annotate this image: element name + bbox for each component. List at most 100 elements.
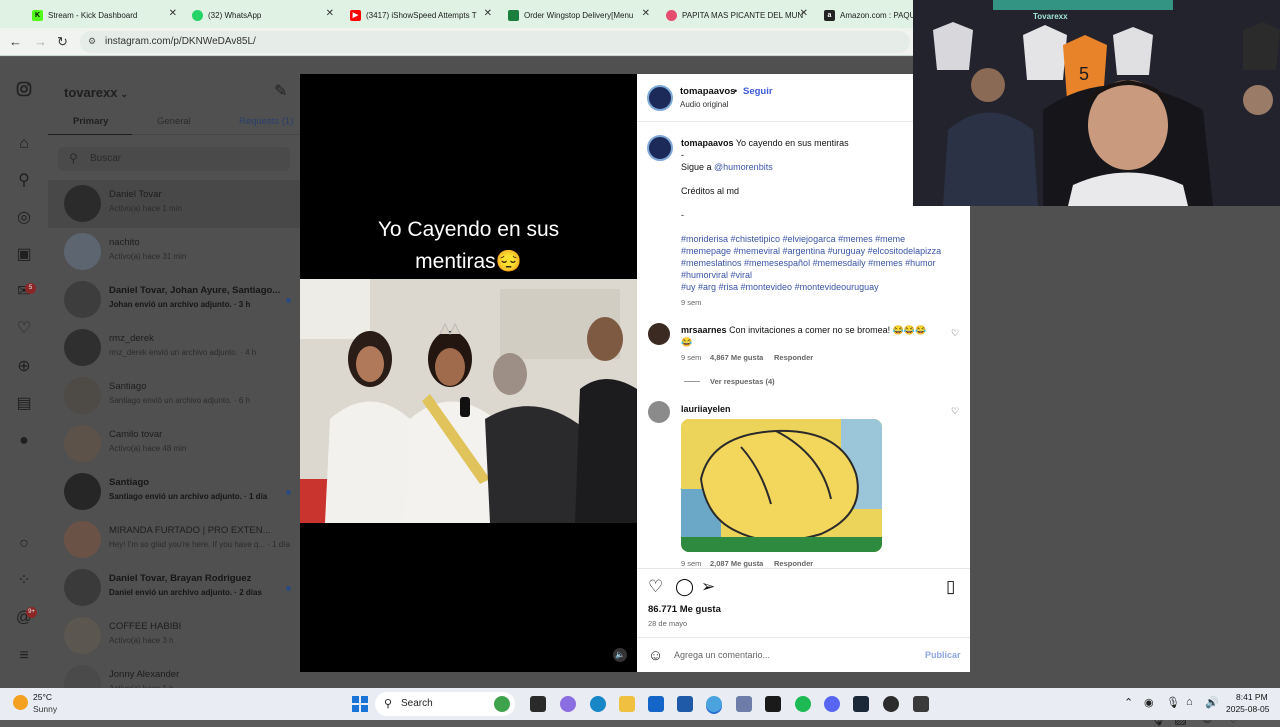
comment-author[interactable]: lauriiayelen bbox=[681, 404, 731, 414]
new-message-icon[interactable]: ✎ bbox=[274, 81, 287, 101]
reel-video[interactable]: Yo Cayendo en sus mentiras😔 bbox=[300, 74, 637, 672]
spotify-icon[interactable] bbox=[795, 696, 811, 712]
conversation-row[interactable]: Camilo tovar Activo(a) hace 48 min bbox=[48, 420, 300, 468]
save-bookmark-icon[interactable]: ▯ bbox=[946, 577, 955, 597]
reply-button[interactable]: Responder bbox=[774, 353, 813, 362]
forward-arrow-icon[interactable]: → bbox=[34, 34, 47, 49]
clock-date[interactable]: 2025-08-05 bbox=[1226, 704, 1269, 714]
copilot-icon[interactable] bbox=[494, 696, 510, 712]
comment-likes[interactable]: 2,087 Me gusta bbox=[710, 559, 763, 568]
tab-kick-dashboard[interactable]: K Stream - Kick Dashboard ✕ bbox=[32, 4, 177, 26]
tray-app-icon[interactable]: ◉ bbox=[1144, 696, 1154, 709]
chrome-icon[interactable] bbox=[706, 696, 722, 712]
emoji-icon[interactable]: ☺ bbox=[648, 647, 663, 664]
mute-toggle-icon[interactable]: 🔈 bbox=[613, 648, 627, 662]
create-icon[interactable]: ⊕ bbox=[15, 358, 33, 376]
comment-like-heart-icon[interactable]: ♡ bbox=[951, 328, 959, 339]
obs-icon[interactable] bbox=[883, 696, 899, 712]
reels-icon[interactable]: ▣ bbox=[15, 246, 33, 264]
hashtag-line[interactable]: #uy #arg #risa #montevideo #montevideour… bbox=[681, 282, 879, 292]
weather-temperature[interactable]: 25°C bbox=[33, 692, 52, 702]
task-view-icon[interactable] bbox=[530, 696, 546, 712]
conversation-row[interactable]: COFFEE HABIBI Activo(a) hace 3 h bbox=[48, 612, 300, 660]
network-icon[interactable]: ⌂ bbox=[1186, 696, 1193, 708]
close-icon[interactable]: ✕ bbox=[484, 8, 492, 19]
hashtag-line[interactable]: #humorviral #viral bbox=[681, 270, 752, 280]
conversation-row[interactable]: Santiago Santiago envió un archivo adjunt… bbox=[48, 468, 300, 516]
comment-input[interactable]: Agrega un comentario... bbox=[674, 650, 770, 660]
tab-whatsapp[interactable]: (32) WhatsApp ✕ bbox=[192, 4, 334, 26]
commenter-avatar[interactable] bbox=[648, 401, 670, 423]
caption-author-name[interactable]: tomapaavos bbox=[681, 138, 734, 148]
like-heart-icon[interactable]: ♡ bbox=[648, 577, 663, 597]
copilot-app-icon[interactable] bbox=[560, 696, 576, 712]
site-settings-icon[interactable]: ⚙ bbox=[88, 36, 96, 47]
post-author-name[interactable]: tomapaavos bbox=[680, 86, 735, 97]
close-icon[interactable]: ✕ bbox=[326, 8, 334, 19]
edge-icon[interactable] bbox=[590, 696, 606, 712]
meta-ai-icon[interactable]: ⁘ bbox=[15, 572, 33, 590]
store-icon[interactable] bbox=[677, 696, 693, 712]
conversation-row[interactable]: rmz_derek rmz_derek envió un archivo adju… bbox=[48, 324, 300, 372]
microphone-icon[interactable]: 🎙 bbox=[1166, 696, 1180, 709]
tab-general[interactable]: General bbox=[157, 116, 191, 127]
reload-icon[interactable]: ↻ bbox=[57, 34, 68, 50]
close-icon[interactable]: ✕ bbox=[169, 8, 177, 19]
steam-icon[interactable] bbox=[853, 696, 869, 712]
menu-icon[interactable]: ≡ bbox=[15, 647, 33, 665]
weather-condition[interactable]: Sunny bbox=[33, 704, 57, 714]
home-icon[interactable]: ⌂ bbox=[15, 135, 33, 153]
conversation-row[interactable]: Daniel Tovar Activo(a) hace 1 min bbox=[48, 180, 300, 228]
vpn-icon[interactable] bbox=[736, 696, 752, 712]
tab-youtube[interactable]: ▶ (3417) iShowSpeed Attempts T ✕ bbox=[350, 4, 492, 26]
conversation-row[interactable]: nachito Activo(a) hace 31 min bbox=[48, 228, 300, 276]
comment-likes[interactable]: 4,867 Me gusta bbox=[710, 353, 763, 362]
search-icon[interactable]: ⚲ bbox=[15, 172, 33, 190]
address-bar[interactable]: ⚙ instagram.com/p/DKNWeDAv85L/ bbox=[80, 31, 910, 53]
hashtag-line[interactable]: #moriderisa #chistetipico #elviejogarca … bbox=[681, 234, 905, 244]
dm-search-input[interactable]: ⚲ Buscar bbox=[58, 147, 290, 171]
share-send-icon[interactable]: ➢ bbox=[701, 577, 715, 597]
audio-label[interactable]: Audio original bbox=[680, 100, 728, 109]
windows-start-icon[interactable] bbox=[352, 696, 368, 712]
clock-time[interactable]: 8:41 PM bbox=[1236, 692, 1268, 702]
mention-link[interactable]: @humorenbits bbox=[714, 162, 773, 172]
tab-primary[interactable]: Primary bbox=[73, 116, 108, 127]
tab-papita[interactable]: PAPITA MAS PICANTE DEL MUN ✕ bbox=[666, 4, 808, 26]
comment-like-heart-icon[interactable]: ♡ bbox=[951, 406, 959, 417]
explore-icon[interactable]: ◎ bbox=[15, 209, 33, 227]
author-avatar[interactable] bbox=[647, 85, 673, 111]
hashtag-line[interactable]: #memepage #memeviral #argentina #uruguay… bbox=[681, 246, 941, 256]
notifications-heart-icon[interactable]: ♡ bbox=[15, 320, 33, 338]
instagram-logo-icon[interactable] bbox=[15, 81, 33, 99]
conversation-row[interactable]: Santiago Santiago envió un archivo adjunt… bbox=[48, 372, 300, 420]
reply-button[interactable]: Responder bbox=[774, 559, 813, 568]
view-replies-button[interactable]: Ver respuestas (4) bbox=[710, 377, 775, 386]
tab-amazon[interactable]: a Amazon.com : PAQU bbox=[824, 4, 914, 26]
outlook-icon[interactable] bbox=[648, 696, 664, 712]
discord-icon[interactable] bbox=[824, 696, 840, 712]
publish-button[interactable]: Publicar bbox=[925, 650, 961, 660]
tab-requests[interactable]: Requests (1) bbox=[239, 116, 293, 127]
capture-app-icon[interactable] bbox=[913, 696, 929, 712]
tray-overflow-chevron-icon[interactable]: ⌃ bbox=[1124, 696, 1133, 709]
profile-avatar-icon[interactable]: ● bbox=[15, 432, 33, 450]
commenter-avatar[interactable] bbox=[648, 323, 670, 345]
back-arrow-icon[interactable]: ← bbox=[9, 34, 22, 49]
weather-sun-icon[interactable] bbox=[13, 695, 28, 710]
hashtag-line[interactable]: #memeslatinos #memesespañol #memesdaily … bbox=[681, 258, 936, 268]
comment-gif-image[interactable] bbox=[681, 419, 882, 552]
volume-icon[interactable]: 🔊 bbox=[1205, 696, 1219, 709]
apps-icon[interactable] bbox=[765, 696, 781, 712]
conversation-row[interactable]: Daniel Tovar, Brayan Rodriguez Daniel env… bbox=[48, 564, 300, 612]
conversation-row[interactable]: Daniel Tovar, Johan Ayure, Santiago... Jo… bbox=[48, 276, 300, 324]
tab-wingstop[interactable]: Order Wingstop Delivery[Menu ✕ bbox=[508, 4, 650, 26]
post-like-count[interactable]: 86.771 Me gusta bbox=[648, 604, 721, 615]
dashboard-icon[interactable]: ▤ bbox=[15, 395, 33, 413]
threads-icon[interactable]: ○ bbox=[15, 535, 33, 553]
caption-author-avatar[interactable] bbox=[647, 135, 673, 161]
follow-button[interactable]: Seguir bbox=[743, 86, 773, 97]
account-switcher[interactable]: tovarexx ⌄ bbox=[64, 85, 128, 100]
conversation-row[interactable]: MIRANDA FURTADO | PRO EXTEN... Hey! I'm s… bbox=[48, 516, 300, 564]
close-icon[interactable]: ✕ bbox=[800, 8, 808, 19]
